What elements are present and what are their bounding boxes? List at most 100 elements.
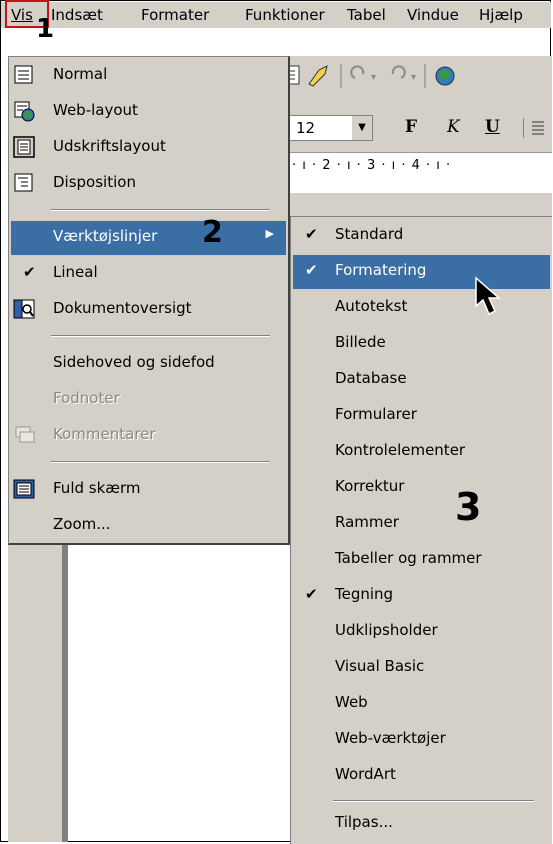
document-left-shadow [62,545,68,842]
toolbar-option[interactable]: Database [293,363,550,397]
menu-item-normal-label: Normal [53,65,108,83]
toolbar-option[interactable]: ✔ Standard [293,219,550,253]
checkmark-icon: ✔ [305,225,318,243]
standard-toolbar: ▾ ▾ [275,60,551,92]
menu-separator [51,335,270,337]
mouse-cursor-icon [475,276,502,316]
menu-item-ruler[interactable]: ✔ Lineal [11,257,286,291]
toolbar-option[interactable]: Korrektur [293,471,550,505]
svg-text:▾: ▾ [371,72,376,83]
toolbar-option-label: Standard [335,225,404,243]
menu-item-normal[interactable]: Normal [11,59,286,93]
toolbar-option-label: Web-værktøjer [335,729,446,747]
toolbar-option-label: Web [335,693,368,711]
formatting-toolbar: 12 ▼ F K U [275,112,551,144]
toolbar-option[interactable]: Web-værktøjer [293,723,550,757]
menu-item-outline-label: Disposition [53,173,136,191]
menu-item-toolbars-label: Værktøjslinjer [53,227,158,245]
toolbar-option-label: WordArt [335,765,396,783]
toolbar-option[interactable]: WordArt [293,759,550,793]
submenu-arrow-icon: ▶ [265,227,274,240]
bold-button[interactable]: F [405,117,417,137]
toolbar-option[interactable]: Udklipsholder [293,615,550,649]
menu-item-customize-label: Tilpas... [335,813,393,831]
toolbar-option-label: Udklipsholder [335,621,438,639]
step-3-label: 3 [455,485,482,529]
full-screen-icon [13,479,35,499]
menu-item-header-footer[interactable]: Sidehoved og sidefod [11,347,286,381]
ruler-marks: · ı · 2 · ı · 3 · ı · 4 · ı · [292,158,452,173]
font-size-dropdown-icon[interactable]: ▼ [352,116,372,140]
toolbar-option-label: Rammer [335,513,399,531]
toolbar-option-label: Billede [335,333,386,351]
toolbar-option[interactable]: Billede [293,327,550,361]
normal-view-icon [14,65,33,84]
menu-item-web-layout-label: Web-layout [53,101,138,119]
menu-item-ruler-label: Lineal [53,263,98,281]
svg-text:▾: ▾ [411,72,416,83]
menu-item-full-screen-label: Fuld skærm [53,479,141,497]
menu-item-footnotes-label: Fodnoter [53,389,120,407]
toolbars-submenu: ✔ Standard ✔ Formatering Autotekst Billede Dat… [290,216,552,844]
menu-item-document-map[interactable]: Dokumentoversigt [11,293,286,327]
comments-icon [15,426,35,443]
document-left-margin [8,545,68,842]
format-painter-icon [308,65,328,87]
toolbar-option[interactable]: Kontrolelementer [293,435,550,469]
menu-item-comments: Kommentarer [11,419,286,453]
menu-item-toolbars[interactable]: Værktøjslinjer ▶ [11,221,286,255]
menu-funktioner[interactable]: Funktioner [245,6,325,24]
redo-icon [391,65,406,79]
underline-button[interactable]: U [485,117,500,137]
menu-item-print-layout[interactable]: Udskriftslayout [11,131,286,165]
toolbar-option[interactable]: ✔ Formatering [293,255,550,289]
menu-item-header-footer-label: Sidehoved og sidefod [53,353,215,371]
toolbar-option-label: Autotekst [335,297,408,315]
toolbar-option-label: Formatering [335,261,427,279]
undo-icon [350,65,365,79]
print-layout-icon [13,136,35,158]
menu-vindue[interactable]: Vindue [407,6,459,24]
menu-bar: Vis Indsæt Formater Funktioner Tabel Vin… [1,2,551,28]
menu-item-customize[interactable]: Tilpas... [293,807,550,841]
menu-item-web-layout[interactable]: Web-layout [11,95,286,129]
menu-formater[interactable]: Formater [141,6,209,24]
toolbar-option[interactable]: Autotekst [293,291,550,325]
align-icon[interactable] [523,118,546,138]
menu-item-zoom[interactable]: Zoom... [11,509,286,543]
toolbar-option[interactable]: Tabeller og rammer [293,543,550,577]
toolbar-option-label: Kontrolelementer [335,441,466,459]
toolbar-option-label: Korrektur [335,477,405,495]
menu-item-footnotes: Fodnoter [11,383,286,417]
menu-item-comments-label: Kommentarer [53,425,156,443]
toolbar-option[interactable]: Visual Basic [293,651,550,685]
standard-toolbar-icons: ▾ ▾ [280,64,455,88]
menu-tabel[interactable]: Tabel [347,6,386,24]
checkmark-icon: ✔ [305,261,318,279]
menu-indsaet[interactable]: Indsæt [51,6,103,24]
menu-item-full-screen[interactable]: Fuld skærm [11,473,286,507]
menu-item-document-map-label: Dokumentoversigt [53,299,192,317]
menu-separator [51,209,270,211]
step-1-label: 1 [36,14,55,44]
menu-item-print-layout-label: Udskriftslayout [53,137,166,155]
toolbar-option-label: Visual Basic [335,657,425,675]
menu-separator [51,461,270,463]
toolbar-option-label: Formularer [335,405,417,423]
toolbar-option-label: Database [335,369,407,387]
ruler-check-icon: ✔ [23,263,36,281]
menu-hjaelp[interactable]: Hjælp [479,6,523,24]
menu-separator [333,800,534,802]
toolbar-option[interactable]: Formularer [293,399,550,433]
italic-button[interactable]: K [447,117,460,137]
toolbar-option[interactable]: Web [293,687,550,721]
toolbar-option[interactable]: ✔ Tegning [293,579,550,613]
toolbar-option-label: Tegning [335,585,394,603]
step-2-label: 2 [202,215,223,250]
menu-item-outline[interactable]: Disposition [11,167,286,201]
vis-menu: Normal Web-layout Udskriftslayout Dispos… [8,56,290,545]
toolbar-option-label: Tabeller og rammer [335,549,482,567]
web-layout-icon [14,101,35,122]
toolbar-option[interactable]: Rammer [293,507,550,541]
document-map-icon [13,299,35,319]
